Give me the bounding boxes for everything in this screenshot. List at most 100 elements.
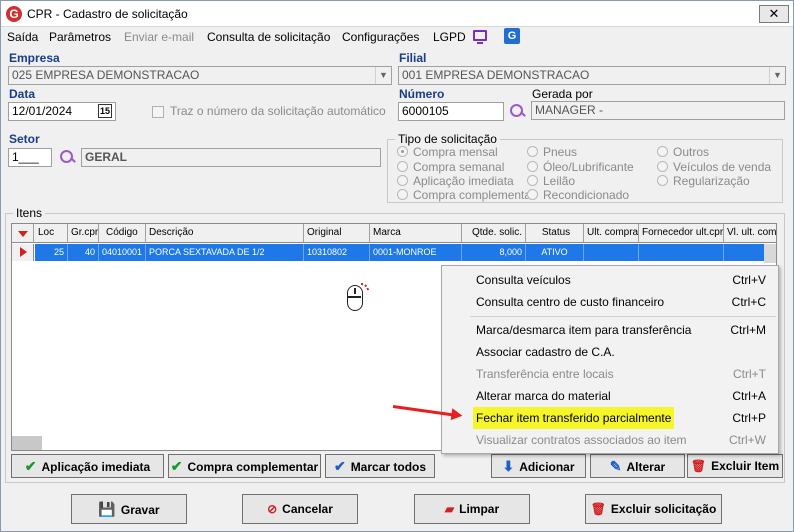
marcar-todos-label: Marcar todos bbox=[350, 460, 427, 474]
cell-vl-ult bbox=[724, 244, 764, 261]
context-menu: Consulta veículos Ctrl+V Consulta centro… bbox=[441, 265, 779, 454]
main-window: G CPR - Cadastro de solicitação ✕ Saída … bbox=[0, 0, 794, 532]
calendar-icon[interactable]: 15 bbox=[98, 104, 112, 118]
ctx-visualizar-contratos: Visualizar contratos associados ao item … bbox=[442, 429, 778, 451]
col-loc[interactable]: Loc bbox=[35, 224, 68, 243]
aplicacao-imediata-button[interactable]: ✔ Aplicação imediata bbox=[11, 454, 164, 478]
radio-label: Aplicação imediata bbox=[413, 174, 514, 188]
cell-loc: 25 bbox=[35, 244, 68, 261]
limpar-label: Limpar bbox=[459, 502, 500, 516]
radio-oleo-lubrificante[interactable] bbox=[527, 161, 538, 172]
ctx-label: Transferência entre locais bbox=[476, 367, 614, 381]
data-label: Data bbox=[9, 87, 36, 101]
radio-compra-semanal[interactable] bbox=[397, 161, 408, 172]
menu-saida[interactable]: Saída bbox=[7, 30, 38, 44]
cell-descricao: PORCA SEXTAVADA DE 1/2 bbox=[146, 244, 304, 261]
radio-label: Compra complementar bbox=[413, 188, 536, 202]
numero-field[interactable]: 6000105 bbox=[398, 102, 504, 121]
col-ult-compra[interactable]: Ult. compra bbox=[584, 224, 639, 243]
radio-pneus[interactable] bbox=[527, 146, 538, 157]
ctx-shortcut: Ctrl+P bbox=[732, 411, 766, 425]
excluir-item-button[interactable]: 🗑 Excluir Item bbox=[687, 454, 783, 478]
col-qtde[interactable]: Qtde. solic. bbox=[462, 224, 526, 243]
horizontal-scrollbar[interactable] bbox=[12, 436, 42, 450]
menu-enviar-email: Enviar e-mail bbox=[124, 30, 195, 44]
gravar-label: Gravar bbox=[120, 503, 160, 517]
limpar-button[interactable]: ▰ Limpar bbox=[414, 494, 530, 524]
ctx-consulta-centro-custo[interactable]: Consulta centro de custo financeiro Ctrl… bbox=[442, 291, 778, 313]
app-logo-icon: G bbox=[6, 6, 22, 22]
ctx-shortcut: Ctrl+M bbox=[730, 323, 766, 337]
menu-configuracoes[interactable]: Configurações bbox=[342, 30, 419, 44]
col-vl-ult[interactable]: Vl. ult. com bbox=[724, 224, 776, 243]
radio-regularizacao[interactable] bbox=[657, 175, 668, 186]
radio-compra-mensal[interactable] bbox=[397, 146, 408, 157]
setor-code: 1___ bbox=[12, 150, 39, 164]
gerada-value: MANAGER - bbox=[535, 103, 604, 117]
adicionar-button[interactable]: ⬇ Adicionar bbox=[491, 454, 586, 478]
cell-ult-compra bbox=[584, 244, 639, 261]
trash-icon: 🗑 bbox=[590, 502, 606, 516]
ctx-label: Consulta centro de custo financeiro bbox=[476, 295, 665, 309]
download-icon: ⬇ bbox=[502, 458, 515, 474]
compra-complementar-button[interactable]: ✔ Compra complementar bbox=[168, 454, 321, 478]
radio-recondicionado[interactable] bbox=[527, 189, 538, 200]
filial-select[interactable]: 001 EMPRESA DEMONSTRACAO ▼ bbox=[398, 66, 786, 85]
row-indicator-icon[interactable] bbox=[12, 244, 34, 261]
cell-marca: 0001-MONROE bbox=[370, 244, 462, 261]
col-fornecedor[interactable]: Fornecedor ult.cpr bbox=[639, 224, 724, 243]
radio-veiculos-venda[interactable] bbox=[657, 161, 668, 172]
radio-outros[interactable] bbox=[657, 146, 668, 157]
excluir-solicitacao-label: Excluir solicitação bbox=[610, 502, 717, 516]
gerada-field: MANAGER - bbox=[531, 101, 785, 120]
radio-aplicacao-imediata[interactable] bbox=[397, 175, 408, 186]
table-row[interactable]: 25 40 04010001 PORCA SEXTAVADA DE 1/2 10… bbox=[35, 244, 764, 261]
chevron-down-icon[interactable]: ▼ bbox=[769, 67, 785, 84]
marcar-todos-button[interactable]: ✔ Marcar todos bbox=[325, 454, 435, 478]
col-marca[interactable]: Marca bbox=[370, 224, 462, 243]
monitor-icon[interactable] bbox=[473, 30, 487, 44]
cancelar-button[interactable]: ⊘ Cancelar bbox=[242, 494, 358, 524]
close-button[interactable]: ✕ bbox=[759, 5, 789, 23]
radio-leilao[interactable] bbox=[527, 175, 538, 186]
ctx-associar-ca[interactable]: Associar cadastro de C.A. bbox=[442, 341, 778, 363]
ctx-alterar-marca[interactable]: Alterar marca do material Ctrl+A bbox=[442, 385, 778, 407]
cell-qtde: 8,000 bbox=[462, 244, 526, 261]
itens-title: Itens bbox=[13, 206, 46, 220]
numero-label: Número bbox=[399, 87, 445, 101]
col-status[interactable]: Status bbox=[526, 224, 584, 243]
menu-parametros[interactable]: Parâmetros bbox=[49, 30, 111, 44]
gravar-button[interactable]: 💾 Gravar bbox=[71, 494, 187, 524]
ctx-shortcut: Ctrl+C bbox=[731, 295, 766, 309]
empresa-label: Empresa bbox=[9, 51, 60, 65]
g-logo-icon[interactable]: G bbox=[504, 28, 520, 44]
setor-name: GERAL bbox=[85, 150, 127, 164]
cell-codigo: 04010001 bbox=[99, 244, 146, 261]
menu-lgpd[interactable]: LGPD bbox=[433, 30, 466, 44]
search-icon[interactable] bbox=[509, 103, 525, 119]
col-grcpr[interactable]: Gr.cpr bbox=[68, 224, 99, 243]
title-bar: G CPR - Cadastro de solicitação ✕ bbox=[1, 1, 793, 27]
ctx-consulta-veiculos[interactable]: Consulta veículos Ctrl+V bbox=[442, 269, 778, 291]
search-icon[interactable] bbox=[59, 149, 75, 165]
menu-consulta-solicitacao[interactable]: Consulta de solicitação bbox=[207, 30, 330, 44]
setor-code-field[interactable]: 1___ bbox=[8, 148, 52, 167]
radio-label: Outros bbox=[673, 145, 710, 159]
col-codigo[interactable]: Código bbox=[99, 224, 146, 243]
ctx-shortcut: Ctrl+A bbox=[732, 389, 766, 403]
radio-compra-complementar[interactable] bbox=[397, 189, 408, 200]
empresa-select[interactable]: 025 EMPRESA DEMONSTRACAO ▼ bbox=[8, 66, 392, 85]
ctx-fechar-item[interactable]: Fechar item transferido parcialmente Ctr… bbox=[442, 407, 778, 429]
chevron-down-icon[interactable]: ▼ bbox=[375, 67, 391, 84]
data-value: 12/01/2024 bbox=[12, 104, 73, 118]
col-original[interactable]: Original bbox=[304, 224, 370, 243]
auto-number-label: Traz o número da solicitação automático bbox=[170, 104, 386, 118]
vertical-scrollbar[interactable] bbox=[764, 244, 776, 263]
alterar-label: Alterar bbox=[626, 460, 666, 474]
excluir-solicitacao-button[interactable]: 🗑 Excluir solicitação bbox=[585, 494, 722, 524]
sort-down-icon[interactable] bbox=[12, 224, 34, 243]
ctx-marca-desmarca[interactable]: Marca/desmarca item para transferência C… bbox=[442, 319, 778, 341]
auto-number-checkbox[interactable] bbox=[152, 106, 164, 118]
col-descricao[interactable]: Descrição bbox=[146, 224, 304, 243]
alterar-button[interactable]: ✎ Alterar bbox=[590, 454, 685, 478]
